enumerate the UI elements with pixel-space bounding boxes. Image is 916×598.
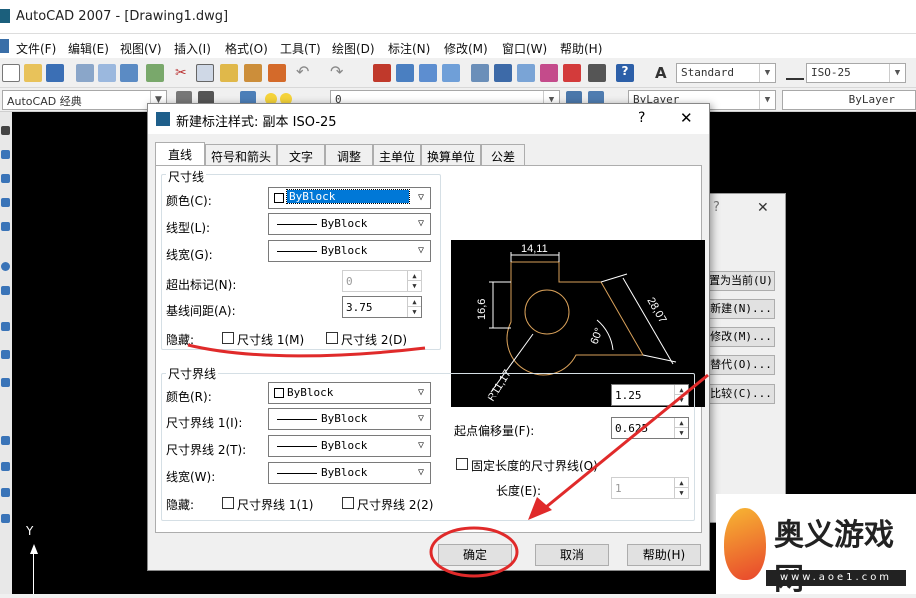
watermark: 奥义游戏网 www.aoe1.com <box>716 494 916 597</box>
arrow-annotation <box>539 373 709 514</box>
circle-annotation <box>429 526 519 578</box>
watermark-url: www.aoe1.com <box>766 570 906 586</box>
watermark-logo-icon <box>724 508 766 580</box>
underline-annotation <box>187 343 426 358</box>
arrowhead-icon <box>528 497 552 520</box>
